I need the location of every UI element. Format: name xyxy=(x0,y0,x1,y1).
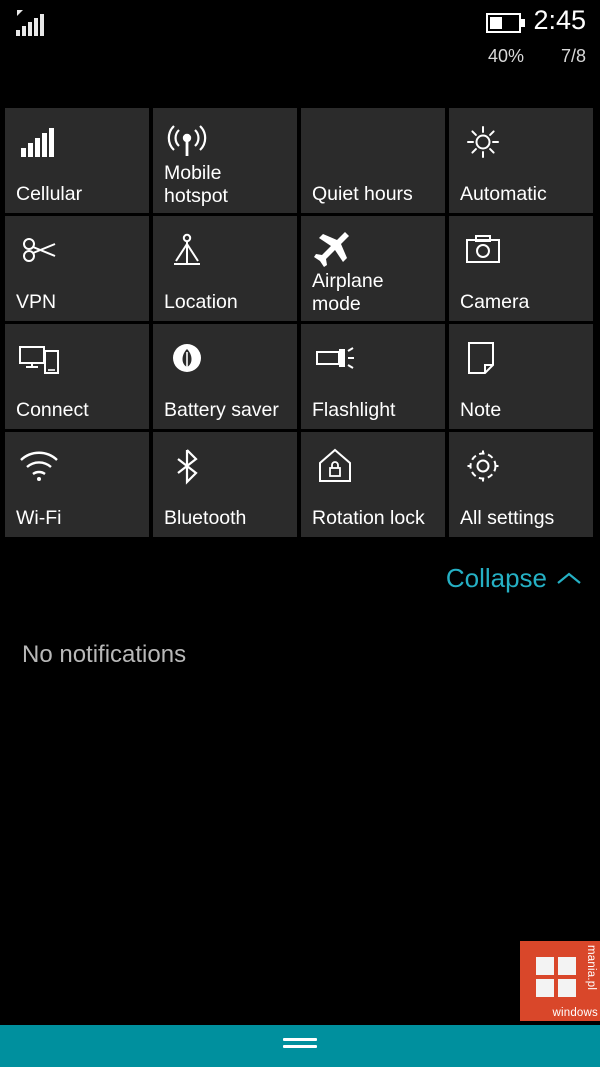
quick-action-label: Rotation lock xyxy=(312,507,425,529)
location-pin-icon xyxy=(174,233,200,265)
quick-action-connect[interactable]: Connect xyxy=(5,324,149,429)
quick-action-quiet-hours[interactable]: Quiet hours xyxy=(301,108,445,213)
cellular-signal-icon xyxy=(16,10,44,36)
quick-action-airplane-mode[interactable]: Airplane mode xyxy=(301,216,445,321)
quick-action-automatic-brightness[interactable]: Automatic xyxy=(449,108,593,213)
quick-action-all-settings[interactable]: All settings xyxy=(449,432,593,537)
wifi-icon xyxy=(20,451,58,481)
quick-action-label: Bluetooth xyxy=(164,507,247,529)
quick-action-label: Wi-Fi xyxy=(16,507,62,529)
navigation-bar xyxy=(0,1025,600,1067)
quick-action-label: Quiet hours xyxy=(312,183,413,205)
quick-action-bluetooth[interactable]: Bluetooth xyxy=(153,432,297,537)
quick-action-location[interactable]: Location xyxy=(153,216,297,321)
mobile-hotspot-icon xyxy=(167,125,207,156)
quick-action-cellular[interactable]: Cellular xyxy=(5,108,149,213)
status-bar: 2:45 40% 7/8 xyxy=(0,0,600,88)
quick-action-label: All settings xyxy=(460,507,555,529)
drag-handle-icon[interactable] xyxy=(283,1038,317,1049)
moon-icon xyxy=(324,126,340,158)
quick-action-label: Cellular xyxy=(16,183,83,205)
watermark-text: windows xyxy=(552,1007,598,1019)
collapse-label: Collapse xyxy=(445,563,547,593)
quick-action-label: Connect xyxy=(16,399,89,421)
vpn-key-icon xyxy=(23,238,56,262)
status-date-label: 7/8 xyxy=(560,46,586,66)
watermark: windows mania.pl xyxy=(520,941,600,1021)
quick-action-label: Battery saver xyxy=(164,399,279,421)
quick-action-label: Automatic xyxy=(460,183,547,205)
quick-action-label: Note xyxy=(460,399,502,421)
quick-action-camera[interactable]: Camera xyxy=(449,216,593,321)
battery-percent-label: 40% xyxy=(487,46,524,66)
gear-icon xyxy=(467,450,499,482)
cellular-signal-icon xyxy=(21,128,54,157)
chevron-up-icon xyxy=(557,572,581,584)
quick-action-label: Flashlight xyxy=(312,399,396,421)
status-clock: 2:45 xyxy=(533,5,586,35)
airplane-icon xyxy=(314,232,349,267)
battery-icon xyxy=(486,13,525,33)
windows-logo-icon xyxy=(536,957,576,997)
quick-action-label: Airplane mode xyxy=(312,270,384,315)
quick-actions-grid: Cellular Mobile hotspot Quiet hours Auto… xyxy=(5,108,597,537)
quick-action-label: Camera xyxy=(460,291,530,313)
connect-devices-icon xyxy=(19,346,59,374)
quick-action-wifi[interactable]: Wi-Fi xyxy=(5,432,149,537)
quick-action-label: Location xyxy=(164,291,238,313)
rotation-lock-icon xyxy=(319,448,351,482)
flashlight-icon xyxy=(316,347,354,369)
quick-action-flashlight[interactable]: Flashlight xyxy=(301,324,445,429)
brightness-sun-icon xyxy=(467,126,499,158)
camera-icon xyxy=(466,235,500,263)
quick-action-vpn[interactable]: VPN xyxy=(5,216,149,321)
quick-action-rotation-lock[interactable]: Rotation lock xyxy=(301,432,445,537)
bluetooth-icon xyxy=(177,449,198,485)
quick-action-mobile-hotspot[interactable]: Mobile hotspot xyxy=(153,108,297,213)
battery-saver-leaf-icon xyxy=(173,344,201,372)
quick-action-label: Mobile hotspot xyxy=(164,162,228,207)
quick-action-battery-saver[interactable]: Battery saver xyxy=(153,324,297,429)
quick-action-note[interactable]: Note xyxy=(449,324,593,429)
watermark-text-vertical: mania.pl xyxy=(585,945,597,991)
note-page-icon xyxy=(468,342,494,374)
no-notifications-label: No notifications xyxy=(22,641,187,668)
quick-action-label: VPN xyxy=(16,291,57,313)
collapse-button[interactable]: Collapse xyxy=(446,563,582,594)
